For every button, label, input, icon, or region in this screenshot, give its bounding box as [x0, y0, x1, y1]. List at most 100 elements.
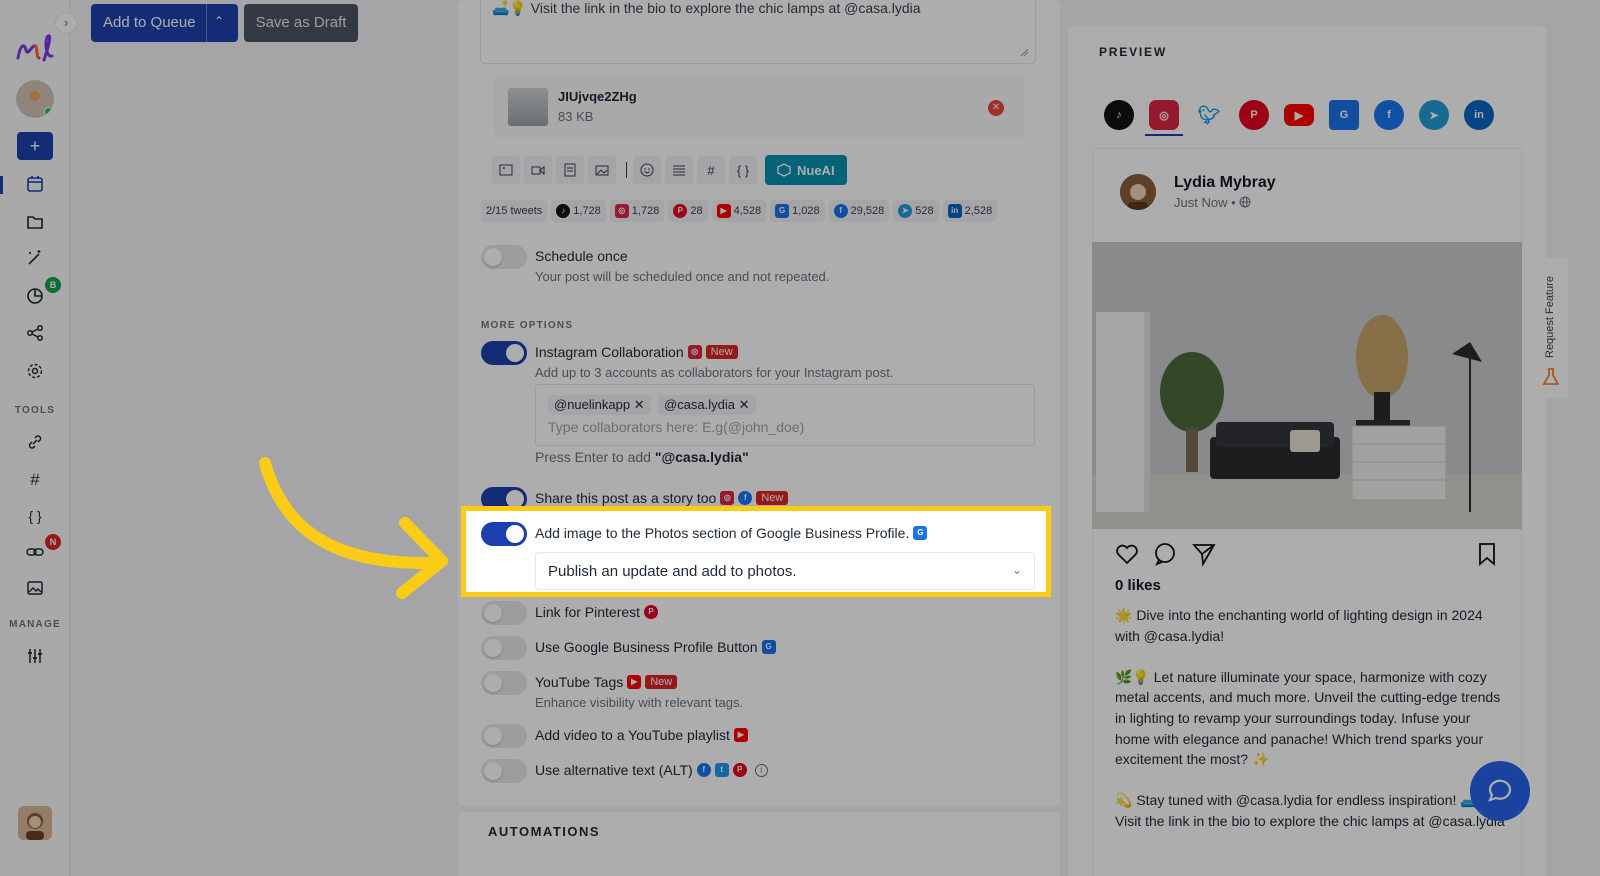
- editor-toolbar: # { } NueAI: [492, 154, 847, 186]
- request-feature-label: Request Feature: [1544, 276, 1556, 358]
- facebook-count: f 29,528: [828, 200, 890, 222]
- sidebar: › + B TOOLS # { } N MANAGE: [0, 0, 77, 876]
- youtube-playlist-label: Add video to a YouTube playlist: [535, 727, 730, 743]
- gbp-photos-select[interactable]: Publish an update and add to photos. ⌄: [535, 552, 1035, 590]
- youtube-playlist-toggle[interactable]: [481, 724, 527, 748]
- tools-section-title: TOOLS: [14, 405, 56, 416]
- create-post-button[interactable]: +: [17, 132, 53, 160]
- account-avatar[interactable]: [16, 80, 54, 118]
- gear-icon[interactable]: [22, 358, 48, 384]
- gallery-icon[interactable]: [588, 156, 616, 184]
- calendar-icon[interactable]: [22, 171, 48, 197]
- schedule-once-toggle[interactable]: [481, 245, 527, 269]
- variables-icon[interactable]: { }: [729, 156, 757, 184]
- document-icon[interactable]: [556, 156, 584, 184]
- new-badge: New: [645, 675, 678, 689]
- facebook-icon: f: [833, 204, 848, 218]
- instagram-icon: ◎: [720, 491, 735, 505]
- more-options-title: MORE OPTIONS: [481, 320, 574, 331]
- add-to-queue-label: Add to Queue: [103, 14, 196, 31]
- align-icon[interactable]: [665, 156, 693, 184]
- pinterest-link-toggle[interactable]: [481, 601, 527, 625]
- youtube-tags-description: Enhance visibility with relevant tags.: [535, 695, 744, 710]
- preview-title: PREVIEW: [1099, 45, 1167, 59]
- emoji-icon[interactable]: [633, 156, 661, 184]
- new-badge: New: [756, 491, 789, 505]
- google-business-icon: G: [761, 640, 776, 654]
- request-feature-tab[interactable]: Request Feature: [1534, 258, 1568, 398]
- add-to-queue-button[interactable]: Add to Queue ⌃: [91, 4, 238, 42]
- remove-chip-icon[interactable]: ✕: [739, 397, 750, 412]
- send-icon[interactable]: [1191, 541, 1217, 567]
- linkedin-icon: in: [947, 204, 962, 218]
- post-actions: [1114, 541, 1500, 567]
- link-icon[interactable]: [22, 429, 48, 455]
- youtube-count: ▶ 4,528: [711, 200, 767, 222]
- folder-icon[interactable]: [22, 209, 48, 235]
- toolbar-divider: [626, 162, 627, 178]
- google-business-icon[interactable]: G: [1329, 100, 1359, 130]
- youtube-playlist-option: Add video to a YouTube playlist ▶: [535, 727, 748, 743]
- bookmark-icon[interactable]: [1474, 541, 1500, 567]
- video-icon[interactable]: [524, 156, 552, 184]
- facebook-icon[interactable]: f: [1374, 100, 1404, 130]
- tiktok-icon[interactable]: ♪: [1104, 100, 1134, 130]
- collapse-sidebar-button[interactable]: ›: [55, 12, 77, 34]
- alt-text-option: Use alternative text (ALT) f t P i: [535, 762, 768, 778]
- hashtag-icon[interactable]: #: [22, 467, 48, 493]
- gbp-photos-select-value: Publish an update and add to photos.: [548, 563, 797, 580]
- nueai-label: NueAI: [797, 162, 835, 178]
- hashtag-icon[interactable]: #: [697, 156, 725, 184]
- info-icon[interactable]: i: [754, 763, 768, 777]
- linkedin-icon[interactable]: in: [1464, 100, 1494, 130]
- chevron-up-icon[interactable]: ⌃: [214, 14, 224, 28]
- caption-paragraph: 💫 Stay tuned with @casa.lydia for endles…: [1115, 792, 1505, 829]
- remove-chip-icon[interactable]: ✕: [634, 397, 645, 412]
- chat-icon: [1488, 779, 1512, 802]
- comment-icon[interactable]: [1152, 541, 1178, 567]
- attachment-thumbnail: [508, 88, 548, 126]
- new-badge: New: [705, 345, 738, 359]
- gbp-photos-toggle[interactable]: [481, 522, 527, 546]
- magic-wand-icon[interactable]: [22, 245, 48, 271]
- app-logo[interactable]: [14, 28, 56, 68]
- image-icon[interactable]: [492, 156, 520, 184]
- automations-card: AUTOMATIONS: [458, 812, 1060, 876]
- nueai-button[interactable]: NueAI: [765, 155, 847, 185]
- gbp-count: G 1,028: [770, 200, 825, 222]
- google-business-icon: G: [775, 204, 790, 218]
- attachment-item: JIUjvqe2ZHg 83 KB ✕: [494, 74, 1024, 138]
- heart-icon[interactable]: [1114, 541, 1140, 567]
- flask-icon: [1542, 368, 1560, 385]
- resize-handle-icon[interactable]: [1019, 47, 1029, 57]
- share-icon[interactable]: [22, 320, 48, 346]
- chat-support-button[interactable]: [1470, 761, 1530, 821]
- instagram-icon: ◎: [687, 345, 702, 359]
- telegram-icon[interactable]: ➤: [1419, 100, 1449, 130]
- youtube-icon[interactable]: ▶: [1284, 104, 1314, 126]
- automations-title: AUTOMATIONS: [488, 824, 601, 839]
- gbp-button-label: Use Google Business Profile Button: [535, 639, 758, 655]
- caption-paragraph: 🌿💡 Let nature illuminate your space, har…: [1115, 668, 1501, 768]
- twitter-icon: t: [714, 763, 729, 777]
- gbp-button-toggle[interactable]: [481, 636, 527, 660]
- instagram-icon[interactable]: ◎: [1145, 100, 1183, 136]
- remove-attachment-icon[interactable]: ✕: [988, 100, 1004, 116]
- media-library-icon[interactable]: [22, 575, 48, 601]
- pinterest-icon: P: [732, 763, 747, 777]
- sliders-icon[interactable]: [22, 643, 48, 669]
- post-timestamp: Just Now •: [1174, 195, 1251, 210]
- collaborators-field[interactable]: @nuelinkapp ✕ @casa.lydia ✕ Type collabo…: [535, 384, 1035, 446]
- gbp-photos-option: Add image to the Photos section of Googl…: [535, 525, 928, 541]
- save-as-draft-button[interactable]: Save as Draft: [244, 4, 358, 42]
- toggle-knob: [484, 639, 502, 657]
- braces-icon[interactable]: { }: [22, 503, 48, 529]
- alt-text-toggle[interactable]: [481, 759, 527, 783]
- youtube-tags-toggle[interactable]: [481, 671, 527, 695]
- twitter-icon[interactable]: 🐦︎: [1194, 100, 1224, 130]
- pinterest-link-option: Link for Pinterest P: [535, 604, 659, 620]
- pinterest-icon[interactable]: P: [1239, 100, 1269, 130]
- post-image: [1092, 242, 1522, 529]
- user-avatar[interactable]: [18, 806, 52, 840]
- instagram-collaboration-toggle[interactable]: [481, 341, 527, 365]
